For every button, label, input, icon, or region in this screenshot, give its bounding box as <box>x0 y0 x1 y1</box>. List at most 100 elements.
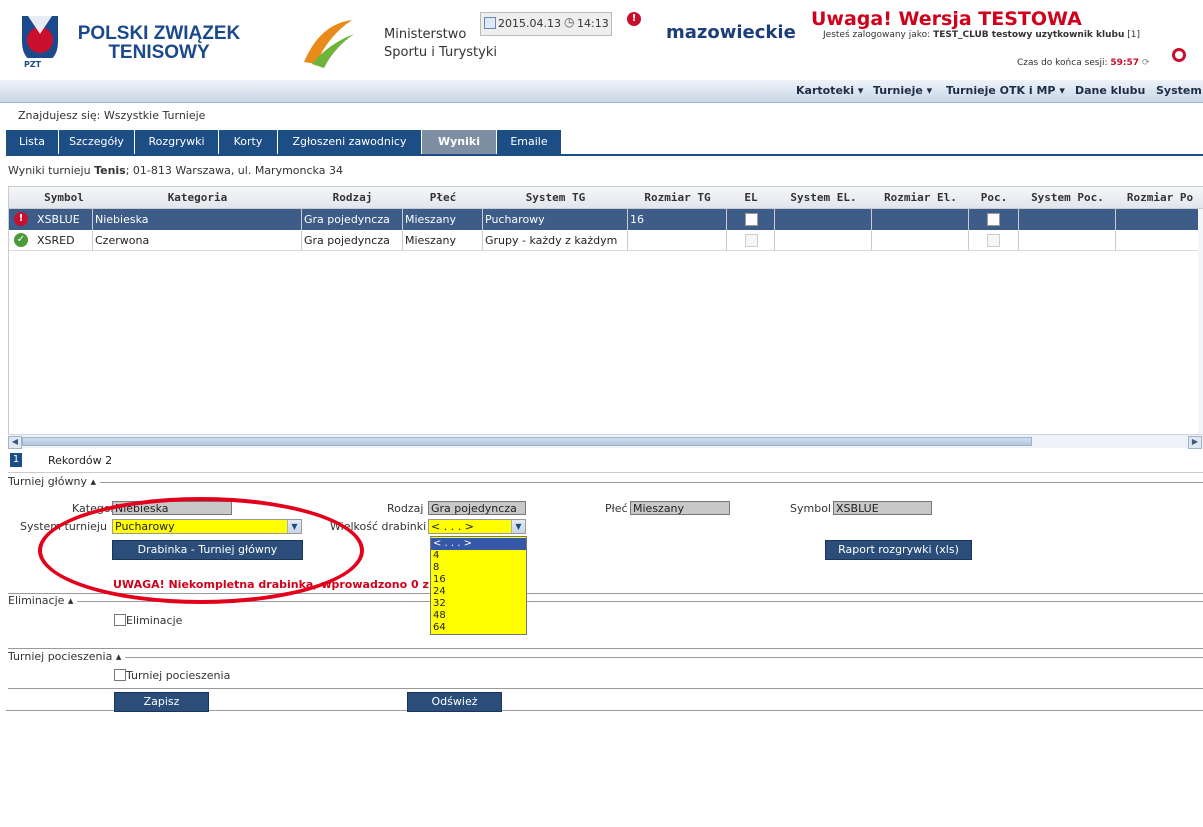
dropdown-option[interactable]: 32 <box>433 598 524 610</box>
grid-header-rozmiar-el[interactable]: Rozmiar El. <box>872 187 970 209</box>
cell-symbol: XSBLUE <box>35 209 93 230</box>
dropdown-option[interactable]: < . . . > <box>431 538 526 550</box>
size-select[interactable]: < . . . > ▼ <box>428 519 526 534</box>
logged-prefix: Jesteś zalogowany jako: <box>823 30 931 40</box>
cell-symbol: XSRED <box>35 230 93 251</box>
dropdown-option[interactable]: 8 <box>433 562 524 574</box>
dropdown-option[interactable]: 24 <box>433 586 524 598</box>
table-row[interactable]: ! XSBLUE Niebieska Gra pojedyncza Miesza… <box>9 209 1203 230</box>
eliminacje-section <box>8 601 1203 649</box>
current-time: 14:13 <box>577 17 609 30</box>
logged-user-info: Jesteś zalogowany jako: TEST_CLUB testow… <box>823 30 1140 40</box>
cell-poc <box>969 230 1019 251</box>
pocieszenia-label: Turniej pocieszenia <box>126 669 231 682</box>
table-row[interactable]: ✓ XSRED Czerwona Gra pojedyncza Mieszany… <box>9 230 1203 251</box>
records-count: Rekordów 2 <box>48 454 113 467</box>
grid-header-poc[interactable]: Poc. <box>969 187 1020 209</box>
rodzaj-label: Rodzaj <box>387 502 424 515</box>
tab-lista[interactable]: Lista <box>6 130 59 154</box>
scroll-left-icon[interactable]: ◀ <box>8 436 22 449</box>
cell-rozmiar-el <box>872 209 969 230</box>
session-label: Czas do końca sesji: <box>1017 58 1108 68</box>
pocieszenia-legend[interactable]: Turniej pocieszenia ▴ <box>8 650 126 663</box>
scroll-right-icon[interactable]: ▶ <box>1188 436 1202 449</box>
cell-rozmiar-el <box>872 230 969 251</box>
grid-header-status <box>9 187 36 209</box>
menu-system[interactable]: System <box>1156 84 1202 97</box>
cell-kategoria: Niebieska <box>93 209 302 230</box>
poc-checkbox[interactable] <box>987 213 1000 226</box>
refresh-session-icon[interactable]: ⟳ <box>1142 58 1150 68</box>
save-button[interactable]: Zapisz <box>114 692 209 712</box>
refresh-button[interactable]: Odśwież <box>407 692 502 712</box>
main-tournament-legend[interactable]: Turniej główny ▴ <box>8 475 101 488</box>
grid-header-system-el[interactable]: System EL. <box>775 187 873 209</box>
tab-rozgrywki[interactable]: Rozgrywki <box>135 130 219 154</box>
menu-turnieje[interactable]: Turnieje ▾ <box>873 84 932 97</box>
ministry-line2: Sportu i Turystyki <box>384 45 497 60</box>
pocieszenia-checkbox[interactable] <box>114 669 126 681</box>
test-version-warning: Uwaga! Wersja TESTOWA <box>811 8 1082 30</box>
dropdown-option[interactable]: 4 <box>433 550 524 562</box>
info-address: ; 01-813 Warszawa, ul. Marymoncka 34 <box>125 164 343 177</box>
logged-user: TEST_CLUB testowy uzytkownik klubu <box>933 30 1125 40</box>
header: PZT POLSKI ZWIĄZEK TENISOWY Ministerstwo… <box>0 0 1203 80</box>
region-name: mazowieckie <box>666 22 796 43</box>
cell-rozmiar-tg: 16 <box>628 209 727 230</box>
eliminacje-legend[interactable]: Eliminacje ▴ <box>8 594 78 607</box>
logout-icon[interactable] <box>1172 48 1186 62</box>
cell-system-el <box>775 209 872 230</box>
size-select-value: < . . . > <box>431 520 474 533</box>
menu-kartoteki[interactable]: Kartoteki ▾ <box>796 84 863 97</box>
dropdown-option[interactable]: 48 <box>433 610 524 622</box>
poc-checkbox[interactable] <box>987 234 1000 247</box>
el-checkbox[interactable] <box>745 213 758 226</box>
tab-wyniki[interactable]: Wyniki <box>422 130 497 154</box>
el-checkbox[interactable] <box>745 234 758 247</box>
chevron-down-icon[interactable]: ▼ <box>511 520 525 533</box>
row-status-cell: ! <box>9 209 35 230</box>
grid-header-rozmiar-poc[interactable]: Rozmiar Po <box>1116 187 1203 209</box>
grid-header-system-poc[interactable]: System Poc. <box>1019 187 1117 209</box>
tab-zgloszeni[interactable]: Zgłoszeni zawodnicy <box>278 130 422 154</box>
grid-header-system-tg[interactable]: System TG <box>483 187 629 209</box>
pzt-badge: PZT <box>24 60 42 69</box>
page-number[interactable]: 1 <box>10 453 22 467</box>
rodzaj-field: Gra pojedyncza <box>428 501 526 515</box>
grid-header-rozmiar-tg[interactable]: Rozmiar TG <box>628 187 728 209</box>
tab-korty[interactable]: Korty <box>219 130 278 154</box>
plec-field: Mieszany <box>630 501 730 515</box>
results-grid: Symbol Kategoria Rodzaj Płeć System TG R… <box>8 186 1203 448</box>
raport-button[interactable]: Raport rozgrywki (xls) <box>825 540 972 560</box>
clock-icon: ◷ <box>564 15 575 29</box>
dropdown-option[interactable]: 16 <box>433 574 524 586</box>
grid-header-rodzaj[interactable]: Rodzaj <box>302 187 404 209</box>
error-status-icon: ! <box>14 212 28 226</box>
grid-pager: 1 Rekordów 2 <box>8 450 1203 473</box>
grid-header-el[interactable]: EL <box>727 187 776 209</box>
dropdown-option[interactable]: 64 <box>433 622 524 634</box>
scrollbar-thumb[interactable] <box>22 437 1032 446</box>
cell-rozmiar-tg <box>628 230 727 251</box>
session-timer: Czas do końca sesji: 59:57 ⟳ <box>1017 58 1149 68</box>
cell-el <box>727 209 775 230</box>
tab-szczegoly[interactable]: Szczegóły <box>59 130 135 154</box>
menu-dane-klubu[interactable]: Dane klubu <box>1075 84 1145 97</box>
cell-rozmiar-poc <box>1116 230 1203 251</box>
vertical-scrollbar[interactable] <box>1198 209 1203 434</box>
cell-plec: Mieszany <box>403 209 483 230</box>
ok-status-icon: ✓ <box>14 233 28 247</box>
alert-icon[interactable]: ! <box>627 12 641 26</box>
menu-turnieje-otk[interactable]: Turnieje OTK i MP ▾ <box>946 84 1065 97</box>
grid-header-plec[interactable]: Płeć <box>403 187 484 209</box>
grid-header-kategoria[interactable]: Kategoria <box>93 187 303 209</box>
calendar-icon <box>484 17 496 29</box>
tab-emaile[interactable]: Emaile <box>497 130 562 154</box>
grid-header-symbol[interactable]: Symbol <box>35 187 94 209</box>
tournament-info: Wyniki turnieju Tenis; 01-813 Warszawa, … <box>8 164 343 177</box>
horizontal-scrollbar[interactable]: ◀ ▶ <box>8 434 1203 449</box>
breadcrumb: Znajdujesz się: Wszystkie Turnieje <box>18 109 206 122</box>
eliminacje-checkbox[interactable] <box>114 614 126 626</box>
logged-suffix: [1] <box>1127 30 1140 40</box>
cell-system-poc <box>1019 230 1116 251</box>
